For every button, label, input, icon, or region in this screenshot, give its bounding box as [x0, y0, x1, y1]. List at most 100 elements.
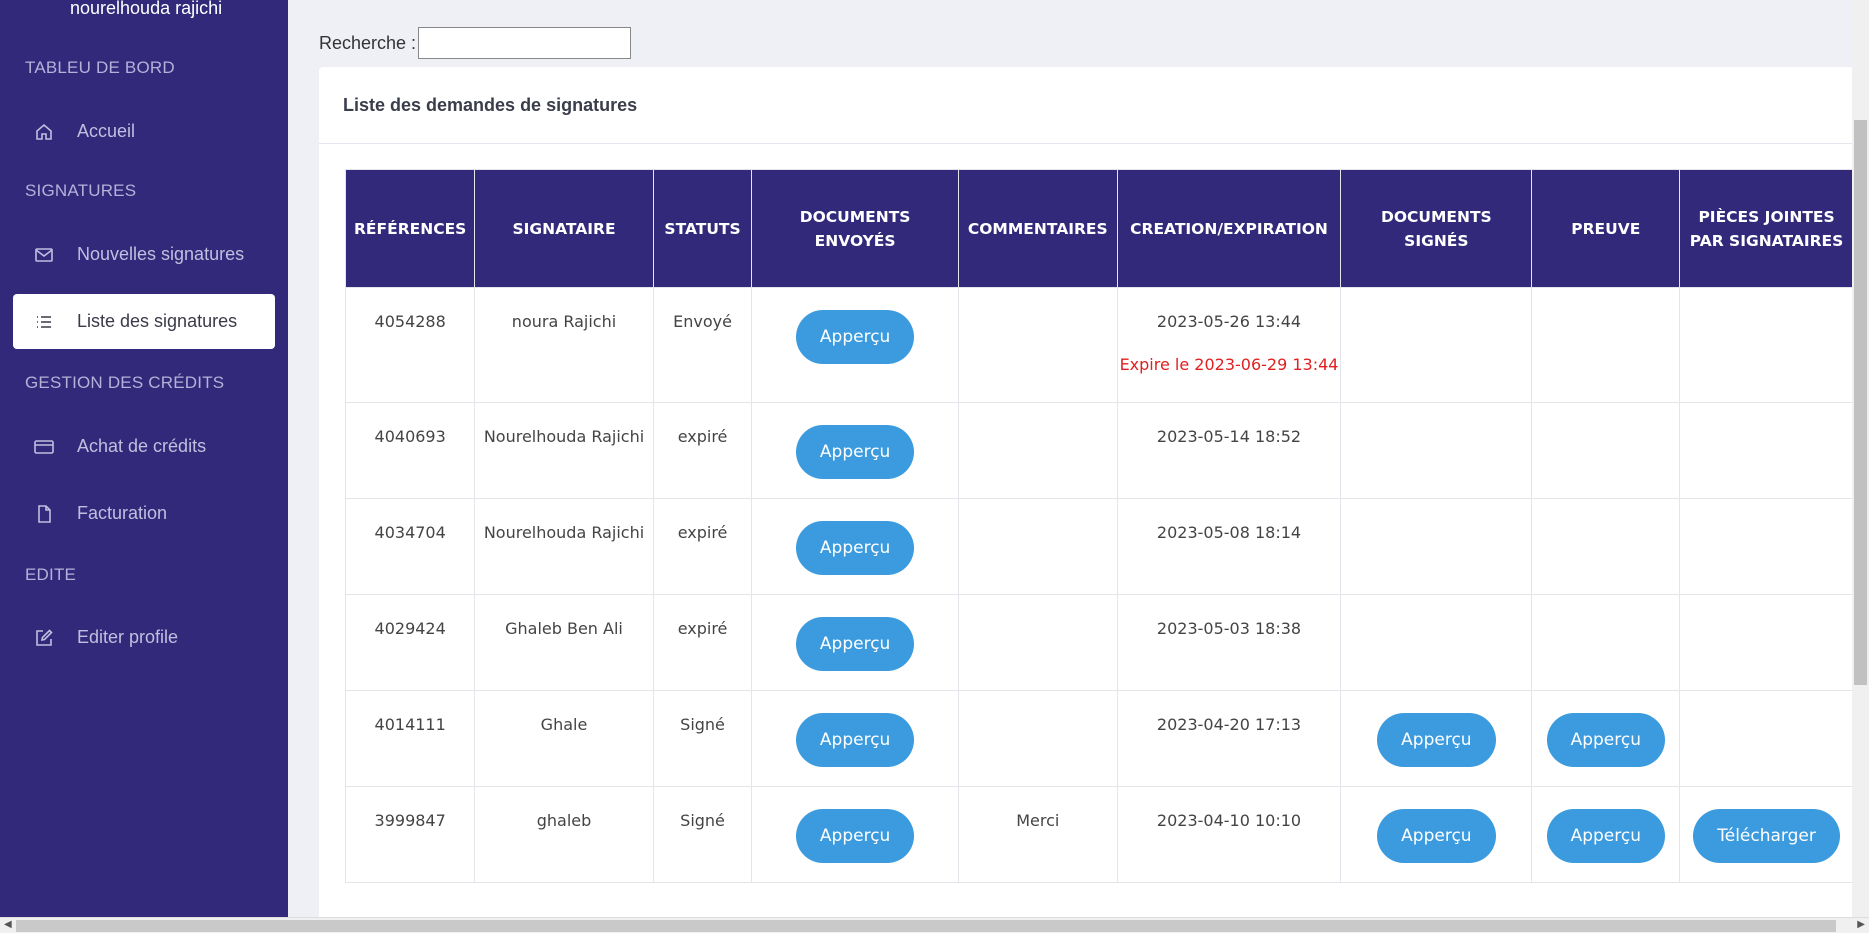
table-header-row: RÉFÉRENCES SIGNATAIRE STATUTS DOCUMENTS … — [344, 169, 1854, 288]
cell-commentaire — [957, 498, 1118, 595]
horizontal-scrollbar[interactable]: ◀ ▶ — [0, 917, 1869, 933]
cell-commentaire — [957, 690, 1118, 787]
signatures-table: RÉFÉRENCES SIGNATAIRE STATUTS DOCUMENTS … — [344, 169, 1854, 883]
cell-signataire: noura Rajichi — [474, 287, 654, 403]
sidebar-item-nouvelles-signatures[interactable]: Nouvelles signatures — [13, 227, 275, 282]
header-pieces-jointes[interactable]: PIÈCES JOINTES PAR SIGNATAIRES — [1679, 169, 1854, 288]
vertical-scroll-thumb[interactable] — [1854, 120, 1867, 685]
cell-statut: Signé — [652, 786, 753, 883]
telecharger-button[interactable]: Télécharger — [1693, 809, 1840, 863]
sidebar-item-label: Accueil — [77, 121, 136, 141]
table-row: 4040693 Nourelhouda Rajichi expiré Apperçu 2… — [344, 402, 1854, 499]
cell-signataire: Nourelhouda Rajichi — [474, 498, 654, 595]
cell-pieces-jointes — [1679, 690, 1854, 787]
header-documents-envoyes[interactable]: DOCUMENTS ENVOYÉS — [751, 169, 959, 288]
cell-documents-envoyes: Apperçu — [751, 402, 959, 499]
sidebar-item-label: Facturation — [77, 503, 168, 523]
header-creation-expiration[interactable]: CREATION/EXPIRATION — [1116, 169, 1342, 288]
user-name: nourelhouda rajichi — [70, 0, 223, 18]
cell-documents-envoyes: Apperçu — [751, 594, 959, 691]
table-row: 4014111 Ghale Signé Apperçu 2023-04-20 17:13… — [344, 690, 1854, 787]
search-input[interactable] — [418, 27, 632, 59]
apercu-document-button[interactable]: Apperçu — [795, 425, 915, 479]
card-header: Liste des demandes de signatures — [319, 67, 1854, 144]
cell-pieces-jointes — [1679, 498, 1854, 595]
cell-preuve — [1531, 498, 1681, 595]
apercu-signed-button[interactable]: Apperçu — [1377, 713, 1496, 767]
section-title-dashboard: TABLEU DE BORD — [25, 58, 175, 77]
cell-documents-signes — [1340, 287, 1533, 403]
header-documents-signes[interactable]: DOCUMENTS SIGNÉS — [1340, 169, 1533, 288]
apercu-document-button[interactable]: Apperçu — [795, 713, 915, 767]
cell-pieces-jointes — [1679, 287, 1854, 403]
mail-icon — [33, 244, 55, 266]
cell-commentaire — [957, 402, 1118, 499]
apercu-document-button[interactable]: Apperçu — [795, 617, 915, 671]
cell-creation-expiration: 2023-05-08 18:14 — [1116, 498, 1342, 595]
cell-reference: 4014111 — [344, 690, 476, 787]
apercu-document-button[interactable]: Apperçu — [795, 310, 915, 364]
creation-date: 2023-04-10 10:10 — [1156, 811, 1302, 830]
sidebar-item-editer-profile[interactable]: Editer profile — [13, 610, 275, 665]
cell-documents-signes: Apperçu — [1340, 690, 1533, 787]
cell-preuve — [1531, 402, 1681, 499]
cell-reference: 4029424 — [344, 594, 476, 691]
cell-pieces-jointes: Télécharger — [1679, 786, 1854, 883]
expiration-date: Expire le 2023-06-29 13:44 — [1119, 355, 1339, 374]
horizontal-scroll-thumb[interactable] — [16, 920, 1836, 932]
cell-signataire: ghaleb — [474, 786, 654, 883]
header-commentaires[interactable]: COMMENTAIRES — [957, 169, 1118, 288]
cell-preuve: Apperçu — [1531, 690, 1681, 787]
sidebar-item-label: Achat de crédits — [77, 436, 207, 456]
cell-statut: expiré — [652, 498, 753, 595]
cell-documents-envoyes: Apperçu — [751, 287, 959, 403]
sidebar-item-achat-credits[interactable]: Achat de crédits — [13, 419, 275, 474]
cell-creation-expiration: 2023-05-03 18:38 — [1116, 594, 1342, 691]
sidebar-item-accueil[interactable]: Accueil — [13, 104, 275, 159]
cell-creation-expiration: 2023-05-26 13:44 Expire le 2023-06-29 13:… — [1116, 287, 1342, 403]
sidebar-item-liste-signatures[interactable]: Liste des signatures — [13, 294, 275, 349]
header-references[interactable]: RÉFÉRENCES — [344, 169, 476, 288]
header-preuve[interactable]: PREUVE — [1531, 169, 1681, 288]
apercu-signed-button[interactable]: Apperçu — [1377, 809, 1496, 863]
cell-documents-envoyes: Apperçu — [751, 786, 959, 883]
cell-creation-expiration: 2023-04-20 17:13 — [1116, 690, 1342, 787]
cell-commentaire — [957, 594, 1118, 691]
apercu-document-button[interactable]: Apperçu — [795, 809, 915, 863]
sidebar-item-label: Nouvelles signatures — [77, 244, 245, 264]
creation-date: 2023-05-14 18:52 — [1156, 427, 1302, 446]
creation-date: 2023-05-26 13:44 — [1156, 312, 1302, 331]
table-row: 4054288 noura Rajichi Envoyé Apperçu 2023-05… — [344, 287, 1854, 403]
sidebar-item-facturation[interactable]: Facturation — [13, 486, 275, 541]
scroll-right-arrow-icon[interactable]: ▶ — [1857, 919, 1865, 930]
apercu-proof-button[interactable]: Apperçu — [1546, 809, 1665, 863]
home-icon — [33, 121, 55, 143]
search-label: Recherche : — [319, 32, 417, 53]
cell-preuve — [1531, 287, 1681, 403]
vertical-scrollbar[interactable] — [1852, 0, 1869, 917]
cell-creation-expiration: 2023-05-14 18:52 — [1116, 402, 1342, 499]
creation-date: 2023-05-03 18:38 — [1156, 619, 1302, 638]
file-icon — [33, 503, 55, 525]
scroll-left-arrow-icon[interactable]: ◀ — [4, 919, 12, 930]
table-row: 4029424 Ghaleb Ben Ali expiré Apperçu 2023-0… — [344, 594, 1854, 691]
cell-reference: 3999847 — [344, 786, 476, 883]
header-signataire[interactable]: SIGNATAIRE — [474, 169, 654, 288]
cell-preuve: Apperçu — [1531, 786, 1681, 883]
cell-documents-envoyes: Apperçu — [751, 690, 959, 787]
apercu-document-button[interactable]: Apperçu — [795, 521, 915, 575]
section-title-credits: GESTION DES CRÉDITS — [25, 373, 225, 392]
cell-commentaire: Merci — [957, 786, 1118, 883]
apercu-proof-button[interactable]: Apperçu — [1546, 713, 1665, 767]
credit-card-icon — [33, 436, 55, 458]
creation-date: 2023-04-20 17:13 — [1156, 715, 1302, 734]
header-statuts[interactable]: STATUTS — [652, 169, 753, 288]
cell-documents-signes — [1340, 594, 1533, 691]
cell-signataire: Ghale — [474, 690, 654, 787]
edit-icon — [33, 627, 55, 649]
cell-statut: Envoyé — [652, 287, 753, 403]
cell-commentaire — [957, 287, 1118, 403]
cell-reference: 4034704 — [344, 498, 476, 595]
cell-reference: 4040693 — [344, 402, 476, 499]
table-row: 3999847 ghaleb Signé Apperçu Merci 2023-04-10… — [344, 786, 1854, 883]
